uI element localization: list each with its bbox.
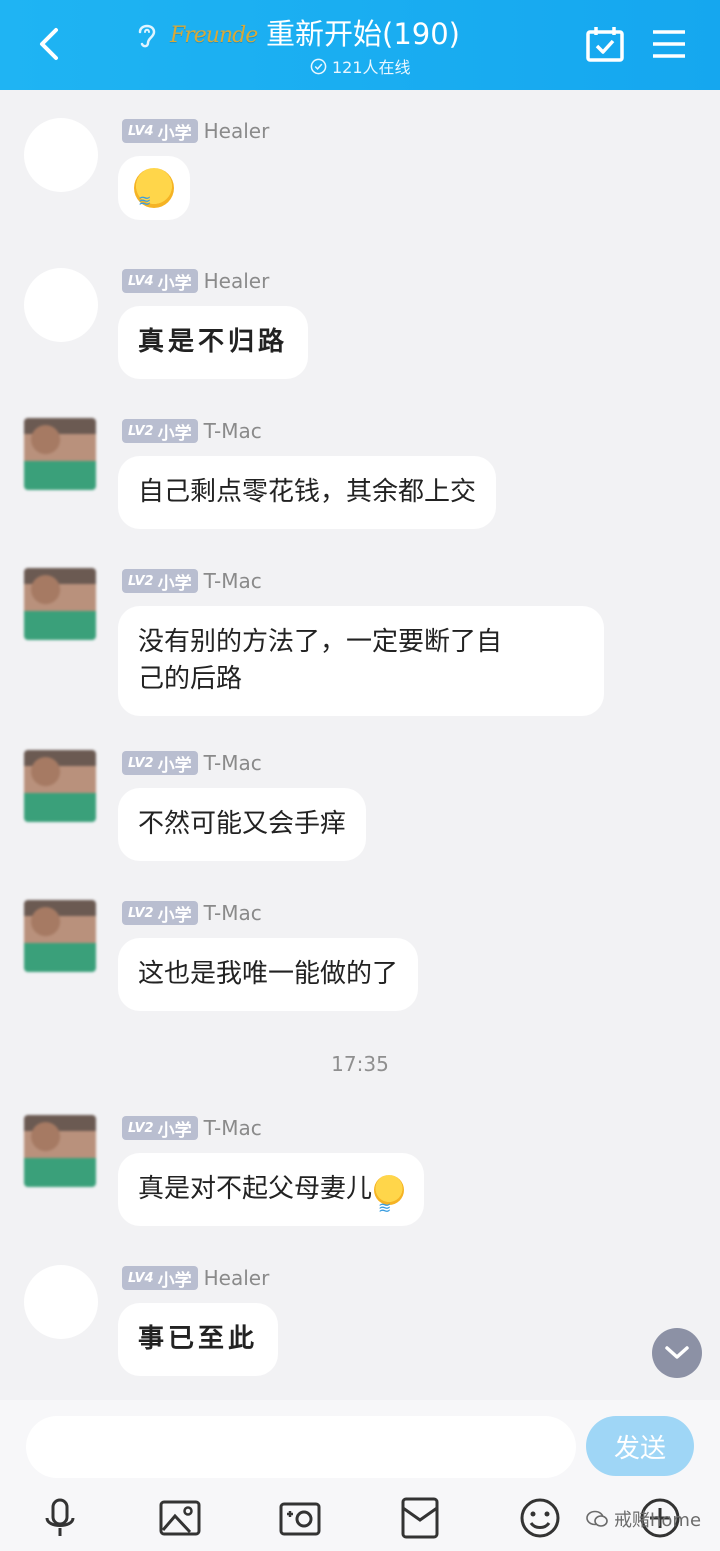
watermark-text: 戒赌home [614,1510,702,1531]
message-bubble[interactable]: 真是对不起父母妻儿 [118,1153,425,1226]
level-badge: LV4 小学 [122,119,198,144]
message-bubble[interactable]: 真是不归路 [118,306,309,379]
level-code: LV2 [128,573,154,589]
check-circle-icon [310,58,327,74]
message-meta: LV2 小学 T-Mac [122,568,262,594]
avatar[interactable] [24,1115,96,1187]
level-code: LV4 [128,123,154,139]
scroll-to-bottom-button[interactable] [652,1328,702,1378]
level-title: 小学 [157,123,192,144]
brand-logo: Freunde [170,23,258,48]
message-meta: LV2 小学 T-Mac [122,750,262,776]
level-badge: LV2 小学 [122,569,198,594]
level-code: LV2 [128,905,154,921]
red-packet-icon[interactable] [398,1496,442,1540]
level-badge: LV2 小学 [122,901,198,926]
avatar[interactable] [24,900,96,972]
message-item: LV2 小学 T-Mac 没有别的方法了，一定要断了自 己的后路 [0,568,720,718]
message-bubble[interactable]: 这也是我唯一能做的了 [118,938,419,1011]
level-badge: LV2 小学 [122,751,198,776]
message-item: LV4 小学 Healer 真是不归路 [0,268,720,388]
avatar[interactable] [24,1265,98,1339]
message-meta: LV4 小学 Healer [122,1265,269,1291]
message-meta: LV2 小学 T-Mac [122,1115,262,1141]
emoji-icon[interactable] [518,1496,562,1540]
message-bubble[interactable]: 事已至此 [118,1303,279,1376]
level-code: LV4 [128,273,154,289]
crying-emoji-icon [374,1174,405,1226]
composer: 发送 戒赌home [0,1400,720,1551]
avatar[interactable] [24,750,96,822]
message-meta: LV2 小学 T-Mac [122,418,262,444]
sender-name[interactable]: T-Mac [204,419,262,443]
send-button[interactable]: 发送 [586,1416,694,1476]
level-code: LV2 [128,423,154,439]
message-line: 没有别的方法了，一定要断了自 [138,627,503,657]
message-input[interactable] [26,1416,576,1478]
camera-icon[interactable] [278,1496,322,1540]
level-title: 小学 [157,573,192,594]
message-item: LV2 小学 T-Mac 自己剩点零花钱，其余都上交 [0,418,720,538]
message-line: 己的后路 [138,664,243,694]
message-bubble[interactable]: 不然可能又会手痒 [118,788,367,861]
message-item: LV2 小学 T-Mac 不然可能又会手痒 [0,750,720,870]
message-bubble[interactable]: 自己剩点零花钱，其余都上交 [118,456,497,529]
watermark: 戒赌home [586,1506,701,1532]
message-meta: LV2 小学 T-Mac [122,900,262,926]
sender-name[interactable]: T-Mac [204,751,262,775]
sender-name[interactable]: T-Mac [204,1116,262,1140]
message-meta: LV4 小学 Healer [122,118,269,144]
avatar[interactable] [24,118,98,192]
sender-name[interactable]: T-Mac [204,569,262,593]
sender-name[interactable]: Healer [204,269,270,293]
level-code: LV2 [128,755,154,771]
message-item: LV4 小学 Healer [0,118,720,238]
sender-name[interactable]: Healer [204,1266,270,1290]
level-title: 小学 [157,273,192,294]
level-title: 小学 [157,423,192,444]
level-badge: LV4 小学 [122,1266,198,1291]
online-count[interactable]: 121人在线 [310,54,411,78]
menu-icon[interactable] [650,28,688,60]
back-arrow-icon[interactable] [30,24,70,64]
message-bubble[interactable]: 没有别的方法了，一定要断了自 己的后路 [118,606,604,716]
sender-name[interactable]: Healer [204,119,270,143]
message-item: LV4 小学 Healer 事已至此 [0,1265,720,1385]
message-item: LV2 小学 T-Mac 真是对不起父母妻儿 [0,1115,720,1235]
level-badge: LV4 小学 [122,269,198,294]
online-count-text: 121人在线 [332,58,411,77]
message-meta: LV4 小学 Healer [122,268,269,294]
wechat-icon [586,1510,608,1527]
level-badge: LV2 小学 [122,419,198,444]
level-title: 小学 [157,905,192,926]
message-bubble[interactable] [118,156,190,220]
avatar[interactable] [24,568,96,640]
avatar[interactable] [24,418,96,490]
avatar[interactable] [24,268,98,342]
sender-name[interactable]: T-Mac [204,901,262,925]
message-item: LV2 小学 T-Mac 这也是我唯一能做的了 [0,900,720,1020]
level-code: LV2 [128,1120,154,1136]
crying-laughing-emoji-icon [134,168,174,219]
image-icon[interactable] [158,1496,202,1540]
level-title: 小学 [157,1270,192,1291]
group-title[interactable]: 重新开始(190) [266,14,460,54]
message-timestamp: 17:35 [331,1052,389,1076]
microphone-icon[interactable] [38,1496,82,1540]
calendar-check-icon[interactable] [584,24,626,64]
level-title: 小学 [157,755,192,776]
ear-icon[interactable] [134,20,160,50]
level-title: 小学 [157,1120,192,1141]
level-code: LV4 [128,1270,154,1286]
chat-header: Freunde 重新开始(190) 121人在线 [0,0,720,90]
chevron-down-icon [665,1346,689,1359]
level-badge: LV2 小学 [122,1116,198,1141]
message-text: 真是对不起父母妻儿 [138,1174,373,1204]
